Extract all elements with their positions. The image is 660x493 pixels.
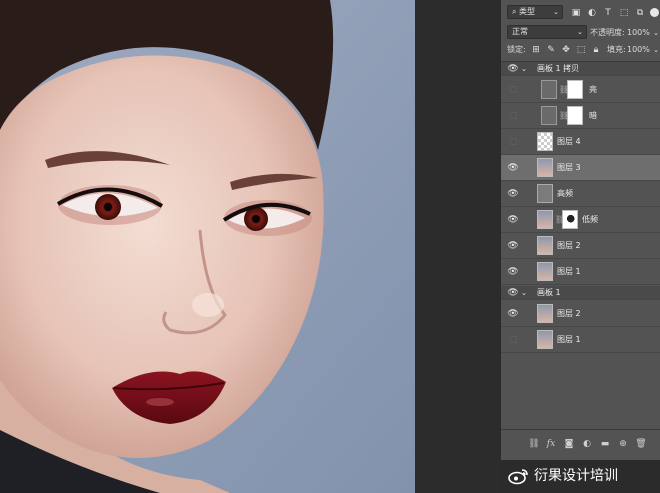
layer-name: 图层 3 bbox=[557, 163, 581, 172]
layer-row[interactable]: ⛓ 暗 bbox=[501, 103, 660, 129]
layer-thumbnail bbox=[537, 158, 553, 177]
layer-name: 图层 1 bbox=[557, 335, 581, 344]
chevron-down-icon[interactable]: ⌄ bbox=[651, 45, 660, 55]
new-group-icon[interactable]: ▬ bbox=[599, 438, 611, 450]
layer-name: 图层 4 bbox=[557, 137, 581, 146]
layer-name: 画板 1 拷贝 bbox=[537, 64, 580, 73]
layer-thumbnail bbox=[537, 132, 553, 151]
layer-thumbnail bbox=[537, 210, 553, 229]
eye-icon[interactable]: 👁︎ bbox=[507, 214, 519, 226]
lock-move-icon[interactable]: ✥ bbox=[561, 45, 571, 55]
opacity-field[interactable]: 100% bbox=[627, 26, 650, 40]
filter-kind-select[interactable]: ⌕ 类型 ⌄ bbox=[507, 5, 563, 19]
filter-toggle-icon[interactable] bbox=[650, 8, 659, 17]
opacity-label: 不透明度: bbox=[590, 28, 625, 37]
smart-object-filter-icon[interactable]: ⧉ bbox=[635, 8, 645, 18]
layers-panel: ⌕ 类型 ⌄ ▣ ◐ T ⬚ ⧉ 正常 ⌄ 不透明度: 100% ⌄ 锁定: ⊞ ✎… bbox=[500, 0, 660, 460]
eye-icon[interactable]: 👁︎ bbox=[507, 308, 519, 320]
layer-mask-thumb bbox=[567, 106, 583, 125]
link-layers-icon[interactable]: ⛓ bbox=[528, 438, 540, 450]
chevron-down-icon: ⌄ bbox=[553, 8, 559, 16]
watermark: 衍果设计培训 bbox=[508, 463, 660, 489]
fill-label: 填充: bbox=[607, 45, 626, 54]
layer-row[interactable]: 👁︎ 图层 1 bbox=[501, 259, 660, 285]
adjustment-layer-icon[interactable]: ◐ bbox=[581, 438, 593, 450]
layer-filter-bar: ⌕ 类型 ⌄ ▣ ◐ T ⬚ ⧉ bbox=[501, 4, 660, 22]
layer-row[interactable]: 👁︎ 高频 bbox=[501, 181, 660, 207]
photoshop-window: ⌕ 类型 ⌄ ▣ ◐ T ⬚ ⧉ 正常 ⌄ 不透明度: 100% ⌄ 锁定: ⊞ ✎… bbox=[0, 0, 660, 493]
layer-name: 图层 1 bbox=[557, 267, 581, 276]
fill-field[interactable]: 100% bbox=[627, 43, 650, 57]
layer-name: 亮 bbox=[589, 85, 597, 94]
layer-mask-thumb bbox=[562, 210, 578, 229]
layers-footer: ⛓ fx ◙ ◐ ▬ ⊕ 🗑︎ bbox=[501, 429, 660, 460]
weibo-logo-icon bbox=[508, 469, 528, 485]
disclosure-icon[interactable]: ⌄ bbox=[521, 288, 527, 298]
adjustment-filter-icon[interactable]: ◐ bbox=[587, 8, 597, 18]
chevron-down-icon: ⌄ bbox=[577, 28, 583, 36]
trash-icon[interactable]: 🗑︎ bbox=[635, 438, 647, 450]
layer-name: 暗 bbox=[589, 111, 597, 120]
fx-icon[interactable]: fx bbox=[545, 438, 557, 450]
new-layer-icon[interactable]: ⊕ bbox=[617, 438, 629, 450]
visibility-toggle[interactable] bbox=[510, 138, 517, 145]
visibility-toggle[interactable] bbox=[510, 336, 517, 343]
document-canvas[interactable] bbox=[0, 0, 415, 493]
visibility-toggle[interactable] bbox=[510, 86, 517, 93]
canvas-gutter bbox=[415, 0, 500, 493]
chevron-down-icon[interactable]: ⌄ bbox=[651, 28, 660, 38]
blend-opacity-bar: 正常 ⌄ 不透明度: 100% ⌄ bbox=[501, 24, 660, 42]
lock-fill-bar: 锁定: ⊞ ✎ ✥ ⬚ 🔒︎ 填充: 100% ⌄ bbox=[501, 42, 660, 60]
add-mask-icon[interactable]: ◙ bbox=[563, 438, 575, 450]
layer-thumbnail bbox=[537, 330, 553, 349]
layer-name: 高频 bbox=[557, 189, 573, 198]
search-icon: ⌕ bbox=[512, 7, 520, 16]
visibility-toggle[interactable] bbox=[510, 112, 517, 119]
layer-thumbnail bbox=[537, 236, 553, 255]
layers-list: 👁︎ ⌄ 画板 1 拷贝 ⛓ 亮 ⛓ 暗 图层 4 👁︎ 图层 3 👁︎ 高频 … bbox=[501, 61, 660, 429]
layer-name: 图层 2 bbox=[557, 241, 581, 250]
eye-icon[interactable]: 👁︎ bbox=[507, 287, 519, 299]
eye-icon[interactable]: 👁︎ bbox=[507, 63, 519, 75]
layer-name: 画板 1 bbox=[537, 288, 561, 297]
type-filter-icon[interactable]: T bbox=[603, 8, 613, 18]
layer-row[interactable]: 图层 1 bbox=[501, 327, 660, 353]
eye-icon[interactable]: 👁︎ bbox=[507, 240, 519, 252]
layer-row[interactable]: 图层 4 bbox=[501, 129, 660, 155]
image-filter-icon[interactable]: ▣ bbox=[571, 8, 581, 18]
portrait-image bbox=[0, 0, 415, 493]
lock-all-icon[interactable]: 🔒︎ bbox=[591, 45, 601, 55]
eye-icon[interactable]: 👁︎ bbox=[507, 266, 519, 278]
lock-transparent-icon[interactable]: ⊞ bbox=[531, 45, 541, 55]
layer-row-selected[interactable]: 👁︎ 图层 3 bbox=[501, 155, 660, 181]
layer-row[interactable]: ⛓ 亮 bbox=[501, 77, 660, 103]
blend-mode-select[interactable]: 正常 ⌄ bbox=[507, 25, 587, 39]
layer-row[interactable]: 👁︎ ⌄ 画板 1 bbox=[501, 286, 660, 300]
disclosure-icon[interactable]: ⌄ bbox=[521, 64, 527, 74]
watermark-text: 衍果设计培训 bbox=[534, 468, 618, 484]
curves-icon bbox=[541, 80, 557, 99]
lock-label: 锁定: bbox=[507, 45, 526, 54]
blend-mode-value: 正常 bbox=[512, 27, 528, 36]
layer-name: 低频 bbox=[582, 215, 598, 224]
eye-icon[interactable]: 👁︎ bbox=[507, 162, 519, 174]
filter-kind-label: 类型 bbox=[519, 7, 536, 16]
curves-icon bbox=[541, 106, 557, 125]
layer-thumbnail bbox=[537, 304, 553, 323]
lock-artboard-icon[interactable]: ⬚ bbox=[576, 45, 586, 55]
layer-row[interactable]: 👁︎ 图层 2 bbox=[501, 233, 660, 259]
layer-row[interactable]: 👁︎ 图层 2 bbox=[501, 301, 660, 327]
eye-icon[interactable]: 👁︎ bbox=[507, 188, 519, 200]
lock-paint-icon[interactable]: ✎ bbox=[546, 45, 556, 55]
layer-thumbnail bbox=[537, 184, 553, 203]
layer-row[interactable]: 👁︎ ⌄ 画板 1 拷贝 bbox=[501, 62, 660, 76]
layer-name: 图层 2 bbox=[557, 309, 581, 318]
layer-thumbnail bbox=[537, 262, 553, 281]
shape-filter-icon[interactable]: ⬚ bbox=[619, 8, 629, 18]
layer-row[interactable]: 👁︎ ⛓ 低频 bbox=[501, 207, 660, 233]
layer-mask-thumb bbox=[567, 80, 583, 99]
